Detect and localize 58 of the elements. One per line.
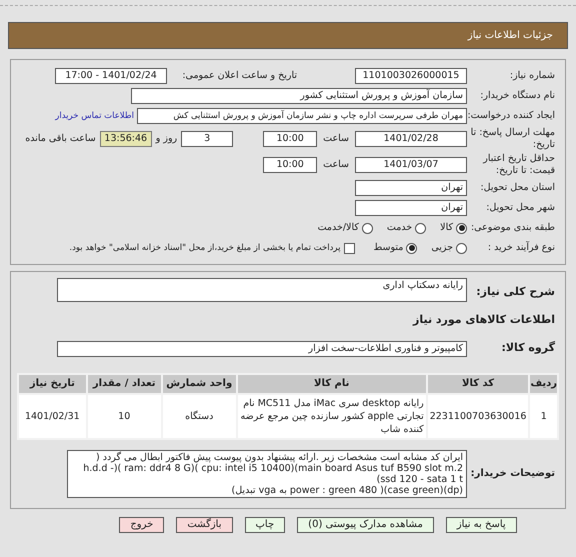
action-button[interactable]: مشاهده مدارک پیوستی (0) <box>297 516 434 532</box>
radio-button[interactable]: خدمت <box>386 220 426 236</box>
field-label: شهر محل تحویل: <box>485 200 556 215</box>
field-label: استان محل تحویل: <box>479 180 556 195</box>
field-label: نوع فرآیند خرید : <box>486 240 556 255</box>
column-header: تعداد / مقدار <box>86 374 162 394</box>
text-field[interactable]: 1401/02/28 <box>355 131 467 147</box>
notes-box: ایران کد مشابه است مشخصات زیر .ارائه پیشنهاد بدون پیوست پیش فاکتور ابطال می گردد ( main board Asus tuf B590 slot m.2)(cpu: intel i5 10400 )(ram: ddr4 8 G )(h.d.d -ssd 120 - sata 1 t) (dp)(case green)( power : green 480 به vga تبدیل) <box>67 450 467 498</box>
field-label: شماره نیاز: <box>508 68 556 83</box>
table-cell: 2231100703630016 <box>426 394 530 438</box>
column-header: کد کالا <box>426 374 530 394</box>
table-cell: دستگاه <box>162 394 237 438</box>
text-field[interactable]: 3 <box>181 131 234 147</box>
table-cell: رایانه desktop سری iMac مدل MC511 نام تجارتی apple کشور سازنده چین مرجع عرضه کننده شاب <box>236 394 427 438</box>
field-label: روز و <box>154 132 178 146</box>
field-label: ساعت باقی مانده <box>25 132 97 146</box>
table-cell: 10 <box>86 394 162 438</box>
radio-button[interactable]: کالا <box>440 220 467 236</box>
field-label: شرح کلی نیاز: <box>475 284 556 300</box>
radio-button[interactable]: متوسط <box>373 240 418 256</box>
field-label: طبقه بندی موضوعی: <box>470 220 556 235</box>
column-header: نام کالا <box>236 374 427 394</box>
field-label: تاریخ و ساعت اعلان عمومی: <box>181 68 297 83</box>
field-label: ساعت <box>322 132 350 146</box>
column-header: واحد شمارش <box>162 374 237 394</box>
text-field[interactable]: سازمان آموزش و پرورش استثنایی کشور <box>131 88 467 104</box>
text-field[interactable]: تهران <box>355 200 467 216</box>
action-button[interactable]: خروج <box>119 516 164 532</box>
text-field[interactable]: 1101003026000015 <box>355 68 467 84</box>
radio-button[interactable]: جزیی <box>431 240 467 256</box>
text-field[interactable]: تهران <box>355 180 467 196</box>
field-label: گروه کالا: <box>500 340 556 356</box>
text-field[interactable]: 1401/03/07 <box>355 157 467 173</box>
text-field[interactable]: 10:00 <box>263 131 318 147</box>
contact-link[interactable]: اطلاعات تماس خریدار <box>55 110 134 122</box>
table-cell: 1 <box>529 394 558 438</box>
text-field[interactable]: مهران طرفی سرپرست اداره چاپ و نشر سازمان آموزش و پرورش استثنایی کش <box>137 108 467 124</box>
field-label: مهلت ارسال پاسخ: تا تاریخ: <box>470 127 556 151</box>
action-button[interactable]: بازگشت <box>176 516 232 532</box>
action-button[interactable]: پاسخ به نیاز <box>446 516 517 532</box>
column-header: تاریخ نیاز <box>18 374 87 394</box>
countdown-field: 13:56:46 <box>100 131 152 147</box>
field-label: ساعت <box>322 158 350 172</box>
table-cell: 1401/02/31 <box>18 394 87 438</box>
section-title: اطلاعات کالاهای مورد نیاز <box>412 312 556 328</box>
action-button[interactable]: چاپ <box>244 516 286 532</box>
payment-checkbox[interactable]: پرداخت تمام یا بخشی از مبلغ خرید،از محل "اسناد خزانه اسلامی" خواهد بود. <box>69 242 356 254</box>
text-field[interactable]: 1401/02/24 - 17:00 <box>55 68 167 84</box>
radio-button[interactable]: کالا/خدمت <box>318 220 373 236</box>
text-field[interactable]: رایانه دسکتاپ اداری <box>57 278 467 302</box>
text-field[interactable]: کامپیوتر و فناوری اطلاعات-سخت افزار <box>57 340 467 356</box>
column-header: ردیف <box>529 374 558 394</box>
field-label: نام دستگاه خریدار: <box>479 88 556 103</box>
page-title: جزئیات اطلاعات نیاز <box>468 29 553 43</box>
field-label: حداقل تاریخ اعتبار قیمت: تا تاریخ: <box>482 153 556 177</box>
text-field[interactable]: 10:00 <box>263 157 318 173</box>
field-label: ایجاد کننده درخواست: <box>467 108 556 123</box>
field-label: توضیحات خریدار: <box>470 467 556 481</box>
